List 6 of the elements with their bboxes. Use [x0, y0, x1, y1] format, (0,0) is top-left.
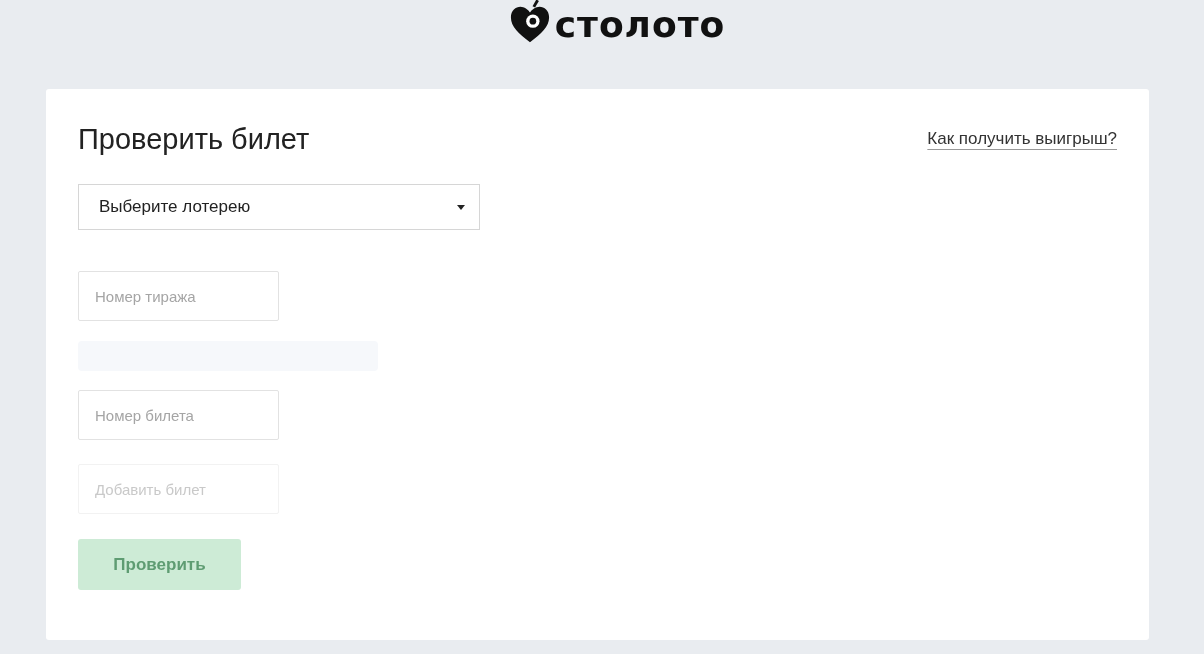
help-link[interactable]: Как получить выигрыш? [927, 129, 1117, 149]
page-title: Проверить билет [78, 122, 310, 156]
input-field[interactable]: Номер тиража [78, 271, 279, 321]
input-field[interactable]: Номер билета [78, 390, 279, 440]
caret-icon [457, 204, 465, 210]
lottery-dropdown[interactable]: Выберите лотерею [78, 184, 480, 230]
